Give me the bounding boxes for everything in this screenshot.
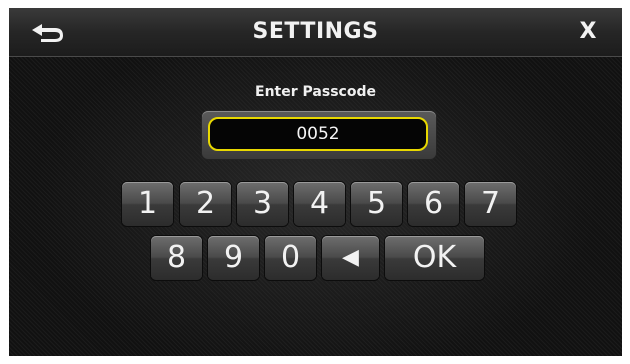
passcode-field[interactable]: 0052 — [208, 117, 428, 151]
key-2[interactable]: 2 — [180, 182, 231, 226]
key-5[interactable]: 5 — [351, 182, 402, 226]
settings-screen: SETTINGS X Enter Passcode 0052 1 2 3 4 5… — [9, 8, 622, 356]
key-9[interactable]: 9 — [208, 236, 259, 280]
passcode-frame: 0052 — [202, 111, 436, 159]
close-button[interactable]: X — [570, 14, 606, 50]
key-0[interactable]: 0 — [265, 236, 316, 280]
page-title: SETTINGS — [252, 19, 379, 44]
header-bar: SETTINGS X — [9, 8, 622, 57]
key-3[interactable]: 3 — [237, 182, 288, 226]
key-4[interactable]: 4 — [294, 182, 345, 226]
key-8[interactable]: 8 — [151, 236, 202, 280]
passcode-prompt: Enter Passcode — [255, 84, 376, 100]
ok-button[interactable]: OK — [385, 236, 484, 280]
backspace-button[interactable]: ◀ — [322, 236, 379, 280]
key-1[interactable]: 1 — [122, 182, 173, 226]
key-6[interactable]: 6 — [408, 182, 459, 226]
backspace-icon: ◀ — [342, 245, 359, 270]
key-7[interactable]: 7 — [465, 182, 516, 226]
